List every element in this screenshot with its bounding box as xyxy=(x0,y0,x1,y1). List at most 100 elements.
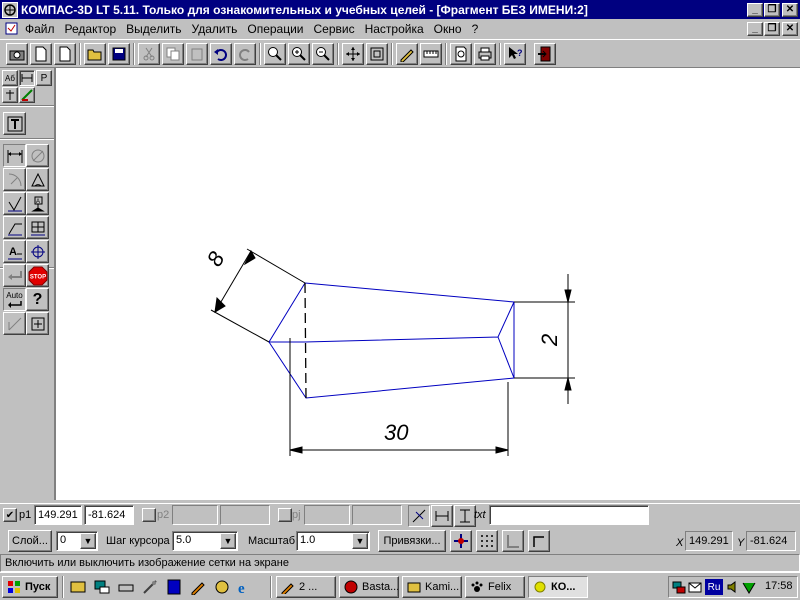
grid-icon[interactable] xyxy=(476,530,498,552)
task-button-2[interactable]: 2 ... xyxy=(276,576,336,598)
menu-service[interactable]: Сервис xyxy=(309,22,360,36)
leader-icon[interactable] xyxy=(3,216,26,239)
pj-y-field[interactable] xyxy=(352,505,402,525)
pj-x-field[interactable] xyxy=(304,505,350,525)
book-icon[interactable] xyxy=(166,579,182,595)
p2-checkbox[interactable] xyxy=(142,508,156,522)
outlook-icon[interactable] xyxy=(214,579,230,595)
pj-checkbox[interactable] xyxy=(278,508,292,522)
dimension-tab-icon[interactable] xyxy=(19,70,35,86)
pan-icon[interactable] xyxy=(342,43,364,65)
minimize-button[interactable]: _ xyxy=(747,2,763,17)
p2-x-field[interactable] xyxy=(172,505,218,525)
layer-dropdown[interactable]: 0 ▼ xyxy=(56,531,98,551)
zoom-all-icon[interactable] xyxy=(366,43,388,65)
dimension-orientation-icon[interactable] xyxy=(408,505,430,527)
drawing-canvas[interactable]: 8 2 30 xyxy=(55,68,800,500)
save-icon[interactable] xyxy=(108,43,130,65)
volume-icon[interactable] xyxy=(726,580,740,594)
copy-icon[interactable] xyxy=(162,43,184,65)
chevron-down-icon[interactable]: ▼ xyxy=(80,533,96,549)
tab-text[interactable]: Аб xyxy=(2,70,18,86)
cursor-step-dropdown[interactable]: 5.0 ▼ xyxy=(172,531,238,551)
paste-icon[interactable] xyxy=(186,43,208,65)
label-icon[interactable]: A xyxy=(3,240,26,263)
table-icon[interactable] xyxy=(26,216,49,239)
cut-icon[interactable] xyxy=(138,43,160,65)
measure-tab-icon[interactable] xyxy=(19,87,35,103)
camera-icon[interactable] xyxy=(6,43,28,65)
language-indicator[interactable]: Ru xyxy=(705,579,723,595)
kompas-app-icon[interactable] xyxy=(2,1,18,18)
antivirus-icon[interactable] xyxy=(742,580,756,594)
edit-tab-icon[interactable] xyxy=(2,87,18,103)
layer-button[interactable]: Слой... xyxy=(8,530,52,552)
menu-delete[interactable]: Удалить xyxy=(187,22,243,36)
zoom-in-icon[interactable] xyxy=(288,43,310,65)
help-button[interactable]: ? xyxy=(26,288,49,311)
task-button-basta[interactable]: Basta... xyxy=(339,576,399,598)
menu-edit[interactable]: Редактор xyxy=(60,22,122,36)
roughness-icon[interactable] xyxy=(3,192,26,215)
doc-minimize-button[interactable]: _ xyxy=(747,21,763,36)
angular-dimension-icon[interactable] xyxy=(26,168,49,191)
p2-y-field[interactable] xyxy=(220,505,270,525)
text-field[interactable] xyxy=(489,505,649,525)
ortho-icon[interactable] xyxy=(502,530,524,552)
new-document-icon[interactable] xyxy=(30,43,52,65)
round-icon[interactable] xyxy=(528,530,550,552)
close-button[interactable]: ✕ xyxy=(782,2,798,17)
start-button[interactable]: Пуск xyxy=(2,576,58,598)
pencil-icon[interactable] xyxy=(396,43,418,65)
diameter-dimension-icon[interactable] xyxy=(26,144,49,167)
chevron-down-icon[interactable]: ▼ xyxy=(220,533,236,549)
network-icon[interactable] xyxy=(672,580,686,594)
tool-icon[interactable] xyxy=(142,579,158,595)
task-button-kompas[interactable]: КО... xyxy=(528,576,588,598)
undo-icon[interactable] xyxy=(210,43,232,65)
task-button-kami[interactable]: Kami... xyxy=(402,576,462,598)
scale-dropdown[interactable]: 1.0 ▼ xyxy=(296,531,370,551)
new-fragment-icon[interactable] xyxy=(54,43,76,65)
menu-help[interactable]: ? xyxy=(467,22,484,36)
grid-snap-icon[interactable] xyxy=(26,312,49,335)
menu-select[interactable]: Выделить xyxy=(121,22,186,36)
redo-icon[interactable] xyxy=(234,43,256,65)
document-icon[interactable] xyxy=(2,22,20,36)
p1-x-field[interactable]: 149.291 xyxy=(34,505,82,525)
stop-icon[interactable]: STOP xyxy=(26,264,49,287)
ortho-mode-icon[interactable] xyxy=(3,312,26,335)
doc-close-button[interactable]: ✕ xyxy=(782,21,798,36)
open-folder-icon[interactable] xyxy=(84,43,106,65)
zoom-out-icon[interactable] xyxy=(312,43,334,65)
snaps-button[interactable]: Привязки... xyxy=(378,530,446,552)
chevron-down-icon[interactable]: ▼ xyxy=(352,533,368,549)
doc-restore-button[interactable]: ❐ xyxy=(764,21,780,36)
p1-y-field[interactable]: -81.624 xyxy=(84,505,134,525)
clock[interactable]: 17:58 xyxy=(765,580,793,592)
datum-icon[interactable]: A xyxy=(26,192,49,215)
center-mark-icon[interactable] xyxy=(26,240,49,263)
text-tool-icon[interactable] xyxy=(3,112,26,135)
internet-explorer-icon[interactable]: e xyxy=(236,579,252,597)
restore-button[interactable]: ❐ xyxy=(764,2,780,17)
menu-operations[interactable]: Операции xyxy=(242,22,308,36)
mail-icon[interactable] xyxy=(688,580,702,594)
menu-settings[interactable]: Настройка xyxy=(360,22,429,36)
tab-p[interactable]: P xyxy=(36,70,52,86)
exit-icon[interactable] xyxy=(534,43,556,65)
drive-icon[interactable] xyxy=(118,579,134,595)
linear-dimension-icon[interactable] xyxy=(3,144,26,167)
enter-icon[interactable] xyxy=(3,264,26,287)
local-coords-icon[interactable] xyxy=(450,530,472,552)
menu-window[interactable]: Окно xyxy=(429,22,467,36)
ruler-icon[interactable] xyxy=(420,43,442,65)
print-preview-icon[interactable] xyxy=(450,43,472,65)
print-icon[interactable] xyxy=(474,43,496,65)
p1-checkbox[interactable]: ✔ xyxy=(3,508,17,522)
explorer-icon[interactable] xyxy=(94,579,110,595)
task-button-felix[interactable]: Felix xyxy=(465,576,525,598)
zoom-window-icon[interactable] xyxy=(264,43,286,65)
menu-file[interactable]: Файл xyxy=(20,22,60,36)
desktop-icon[interactable] xyxy=(70,579,86,595)
